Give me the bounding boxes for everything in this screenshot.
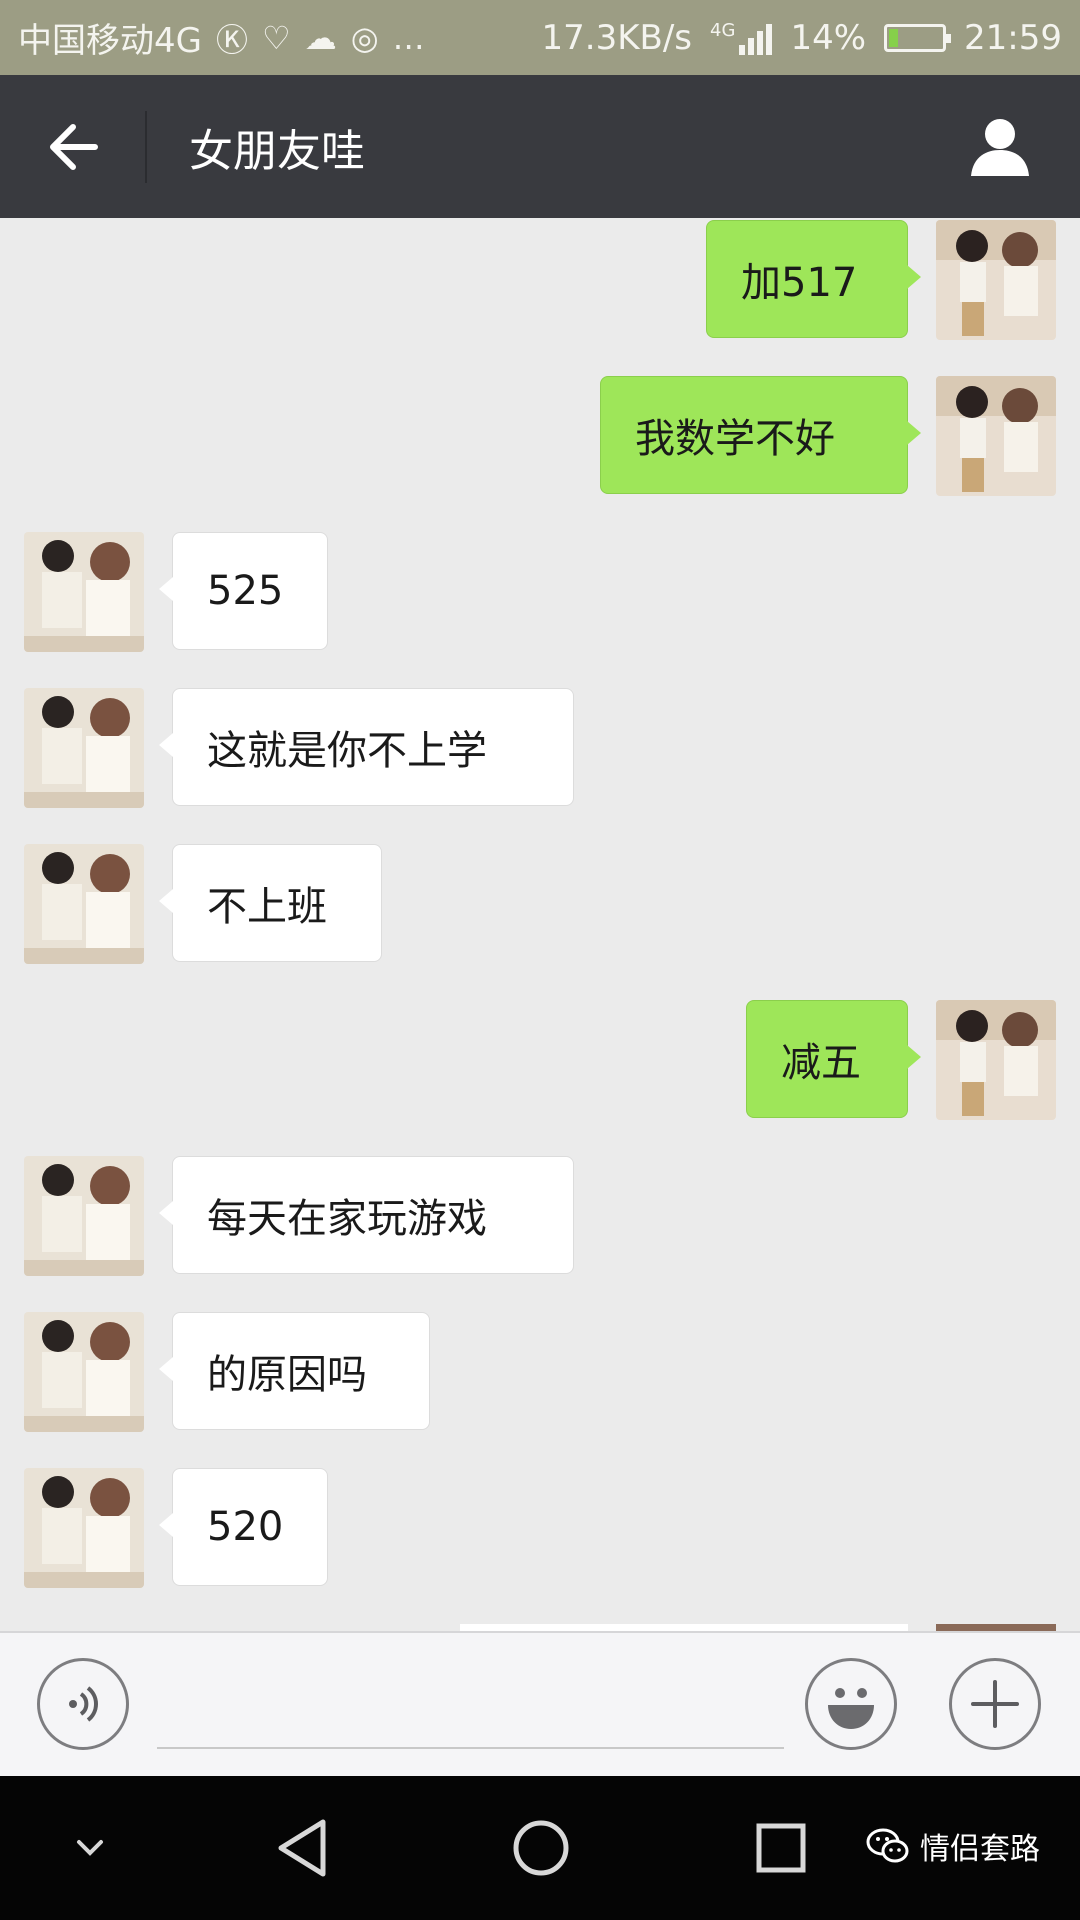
message-text: 525 [207,568,284,614]
sent-message-bubble[interactable]: 加517 [706,220,921,338]
couple-photo [24,1468,144,1588]
message-row-partial [0,1624,1080,1631]
sent-message-bubble[interactable]: 减五 [746,1000,921,1118]
received-message-bubble[interactable]: 520 [159,1468,328,1586]
back-button[interactable] [0,75,145,218]
wechat-icon: ☁ [304,18,337,57]
couple-photo [24,532,144,652]
back-arrow-icon [49,123,98,170]
circle-home-icon [513,1820,569,1876]
received-message-bubble[interactable]: 每天在家玩游戏 [159,1156,574,1274]
smiley-icon [828,1688,874,1729]
chevron-down-icon [77,1840,103,1856]
my-avatar-partial [936,1624,1056,1631]
more-options-button[interactable] [949,1658,1041,1750]
couple-photo [936,376,1056,496]
message-row: 520 [0,1468,1080,1588]
contact-avatar[interactable] [24,1468,144,1588]
received-message-bubble[interactable]: 的原因吗 [159,1312,430,1430]
received-message-bubble[interactable]: 525 [159,532,328,650]
clock: 21:59 [964,17,1062,58]
my-avatar[interactable] [936,376,1056,496]
square-recents-icon [756,1823,806,1873]
couple-photo [936,1000,1056,1120]
message-row: 每天在家玩游戏 [0,1156,1080,1276]
message-input[interactable] [157,1673,784,1749]
message-text: 加517 [741,260,858,306]
message-row: 不上班 [0,844,1080,964]
contact-avatar[interactable] [24,844,144,964]
k-circle-icon: Ⓚ [215,20,248,59]
contact-avatar[interactable] [24,688,144,808]
my-avatar[interactable] [936,220,1056,340]
hide-nav-button[interactable] [50,1808,130,1888]
contact-avatar[interactable] [24,1312,144,1432]
plus-icon [971,1680,1019,1728]
received-message-bubble[interactable]: 这就是你不上学 [159,688,574,806]
nav-back-button[interactable] [262,1808,342,1888]
watermark: 情侣套路 [866,1824,1040,1868]
couple-photo [24,1156,144,1276]
status-bar: 中国移动4G Ⓚ ♡ ☁ ◎ … 17.3KB/s 4G 14% 21:59 [0,0,1080,75]
more-notifications-icon: … [392,18,425,57]
wechat-logo-icon [866,1828,909,1863]
sent-message-bubble[interactable]: 我数学不好 [600,376,921,494]
header-divider [145,110,147,183]
message-text: 不上班 [207,884,327,930]
couple-photo [24,688,144,808]
carrier-label: 中国移动4G [18,21,202,61]
battery-icon [884,23,952,52]
couple-photo [24,1312,144,1432]
nav-recents-button[interactable] [741,1808,821,1888]
contact-avatar[interactable] [24,532,144,652]
sent-message-bubble-partial [460,1624,908,1631]
triangle-back-icon [278,1819,326,1877]
message-row: 减五 [0,1000,1080,1120]
network-type: 4G [710,19,736,41]
contact-avatar[interactable] [24,1156,144,1276]
received-message-bubble[interactable]: 不上班 [159,844,382,962]
couple-photo [24,844,144,964]
person-icon [971,118,1029,176]
watermark-text: 情侣套路 [920,1832,1040,1867]
message-row: 525 [0,532,1080,652]
message-text: 每天在家玩游戏 [207,1196,487,1242]
network-speed: 17.3KB/s [541,17,693,58]
location-icon: ◎ [350,18,379,57]
voice-icon [69,1686,98,1722]
chat-header: 女朋友哇 [0,75,1080,218]
message-text: 这就是你不上学 [207,728,487,774]
emoji-button[interactable] [805,1658,897,1750]
message-row: 的原因吗 [0,1312,1080,1432]
message-list[interactable]: 加517 我数学不好 525 这就是你不上学 不上班 减五 每天在家玩游戏 的原… [0,218,1080,1631]
message-text: 的原因吗 [207,1352,367,1398]
nav-home-button[interactable] [501,1808,581,1888]
signal-icon [739,21,773,55]
message-text: 我数学不好 [635,416,835,462]
message-text: 减五 [781,1040,861,1086]
message-text: 520 [207,1504,284,1550]
shield-icon: ♡ [262,18,291,57]
battery-percent: 14% [790,17,867,58]
chat-title: 女朋友哇 [189,125,365,177]
my-avatar[interactable] [936,1000,1056,1120]
message-row: 加517 [0,220,1080,340]
message-row: 这就是你不上学 [0,688,1080,808]
system-nav-bar: 情侣套路 [0,1776,1080,1920]
voice-toggle-button[interactable] [37,1658,129,1750]
message-row: 我数学不好 [0,376,1080,496]
input-bar [0,1631,1080,1776]
couple-photo [936,220,1056,340]
chat-info-button[interactable] [920,75,1080,218]
